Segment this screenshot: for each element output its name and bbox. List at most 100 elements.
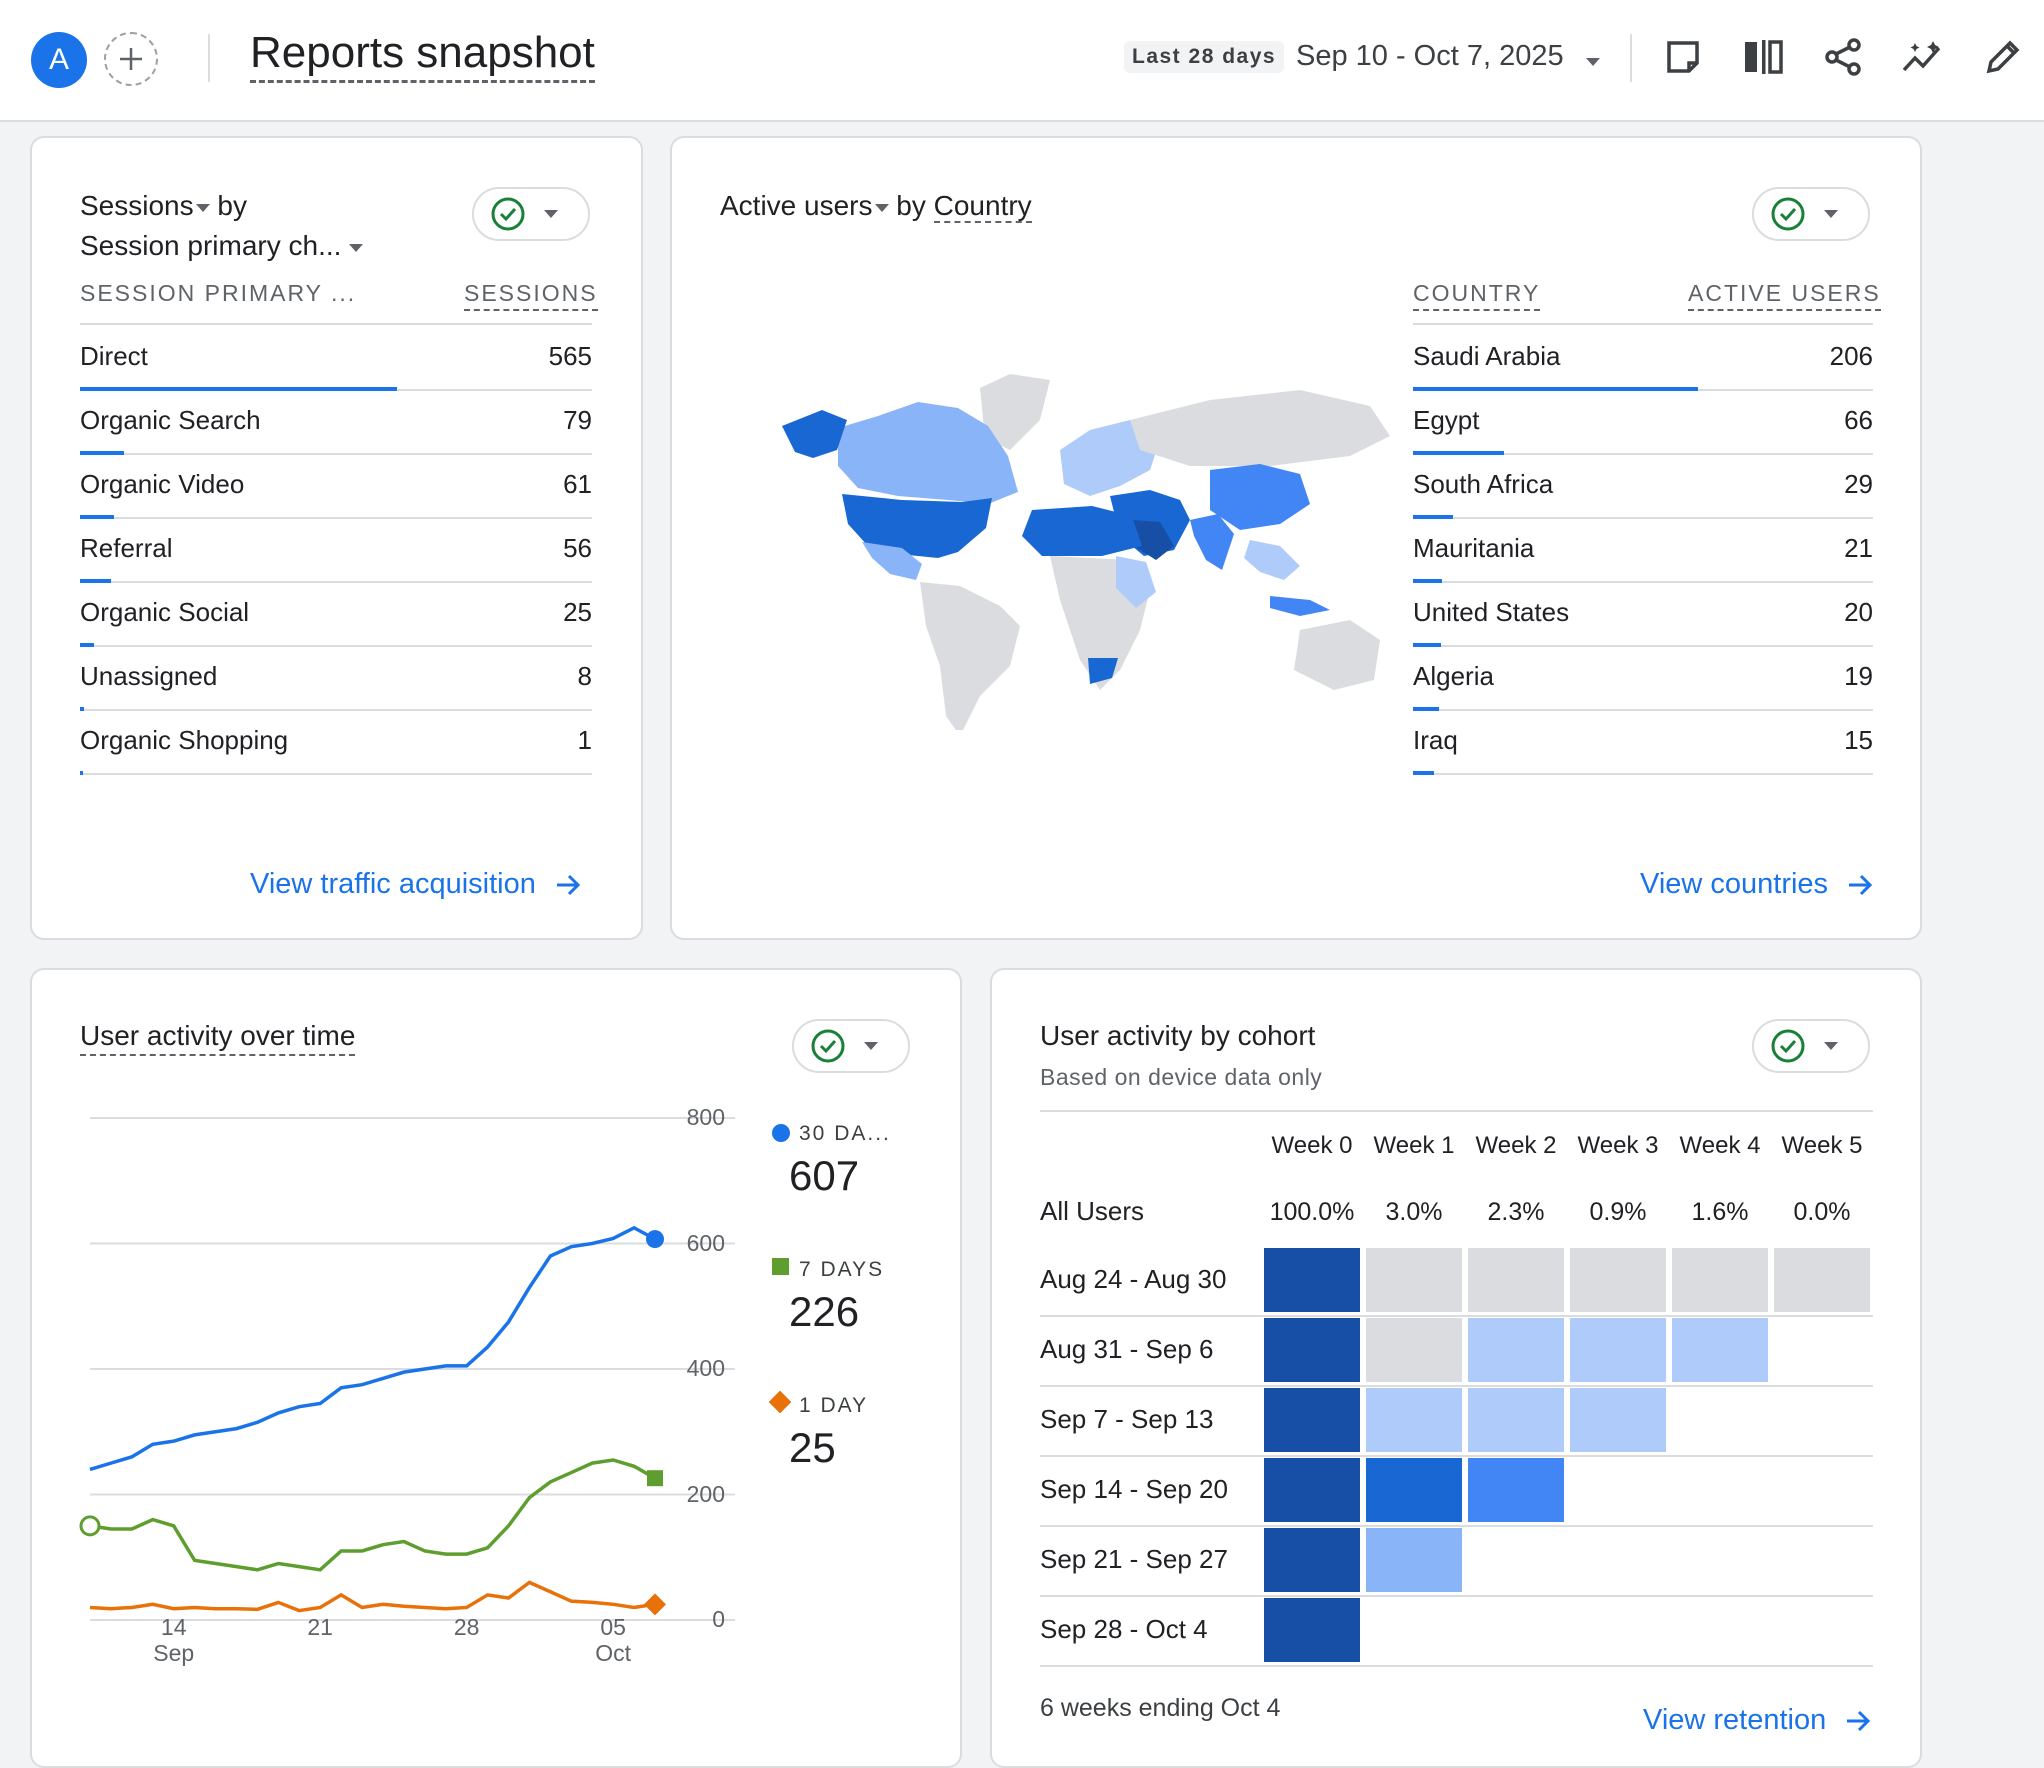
cohort-all-users-value: 3.0% [1385, 1198, 1443, 1226]
series-7-days-line[interactable] [89, 1458, 656, 1572]
table-row[interactable]: Organic Social 25 [80, 583, 592, 647]
row-value: 79 [563, 405, 592, 435]
legend-label-30-days: 30 DA... [799, 1122, 891, 1145]
cohort-all-users-value: 100.0% [1269, 1198, 1355, 1226]
cohort-cell[interactable] [1264, 1248, 1360, 1312]
table-row[interactable]: Iraq 15 [1413, 711, 1873, 775]
table-row[interactable]: Unassigned 8 [80, 647, 592, 711]
cohort-cell[interactable] [1468, 1388, 1564, 1452]
cohort-cell[interactable] [1774, 1248, 1870, 1312]
cohort-week-header: Week 3 [1577, 1132, 1659, 1159]
page-title[interactable]: Reports snapshot [250, 28, 595, 83]
date-range-dropdown-icon[interactable] [1586, 53, 1600, 71]
map-se-asia [1244, 540, 1300, 580]
cohort-cell[interactable] [1366, 1318, 1462, 1382]
map-south-africa [1088, 658, 1118, 684]
view-traffic-acquisition-link[interactable]: View traffic acquisition [250, 868, 582, 901]
compare-icon[interactable] [1736, 30, 1790, 84]
table-row[interactable]: Mauritania 21 [1413, 519, 1873, 583]
dimension-selector[interactable]: Session primary ch... [80, 230, 364, 261]
cohort-cell[interactable] [1468, 1248, 1564, 1312]
view-retention-link[interactable]: View retention [1643, 1704, 1872, 1737]
cohort-cell[interactable] [1672, 1318, 1768, 1382]
add-comparison-button[interactable] [104, 32, 158, 86]
cohort-cell[interactable] [1366, 1248, 1462, 1312]
edit-icon[interactable] [1976, 30, 2030, 84]
date-range-text[interactable]: Sep 10 - Oct 7, 2025 [1296, 40, 1564, 73]
x-tick-day: 05 [600, 1614, 626, 1640]
user-activity-options[interactable] [792, 1019, 910, 1073]
table-row[interactable]: United States 20 [1413, 583, 1873, 647]
cohort-cell[interactable] [1672, 1248, 1768, 1312]
cohort-cell[interactable] [1264, 1458, 1360, 1522]
series-1-day-end-marker[interactable] [644, 1593, 666, 1616]
x-tick-day: 28 [453, 1614, 480, 1640]
cohort-cell[interactable] [1366, 1388, 1462, 1452]
view-countries-link[interactable]: View countries [1640, 868, 1874, 901]
cohort-cell[interactable] [1366, 1528, 1462, 1592]
map-usa [842, 494, 992, 558]
row-label: Direct [80, 341, 148, 371]
row-value: 8 [577, 661, 592, 691]
link-label: View countries [1640, 868, 1829, 900]
cohort-title: User activity by cohort [1040, 1020, 1316, 1051]
avatar[interactable]: A [31, 32, 87, 88]
table-row[interactable]: Organic Shopping 1 [80, 711, 592, 775]
col-header-country[interactable]: COUNTRY [1413, 280, 1541, 311]
table-row[interactable]: Organic Video 61 [80, 455, 592, 519]
table-row[interactable]: Direct 565 [80, 327, 592, 391]
row-label: Unassigned [80, 661, 218, 691]
col-header-active-users[interactable]: ACTIVE USERS [1688, 280, 1881, 311]
cohort-cell[interactable] [1264, 1318, 1360, 1382]
cohort-week-header: Week 4 [1679, 1132, 1761, 1159]
cohort-cell[interactable] [1366, 1458, 1462, 1522]
row-label: South Africa [1413, 469, 1554, 499]
cohort-all-users-value: 2.3% [1487, 1198, 1545, 1226]
divider [1040, 1665, 1873, 1667]
metric-selector[interactable]: Sessions [80, 190, 210, 221]
user-activity-title[interactable]: User activity over time [80, 1018, 356, 1056]
series-30-days-end-marker[interactable] [646, 1230, 664, 1249]
user-activity-chart[interactable] [60, 1100, 760, 1700]
legend-marker-30-days [772, 1124, 790, 1142]
cohort-cell[interactable] [1468, 1318, 1564, 1382]
sessions-card-options[interactable] [472, 187, 590, 241]
insights-icon[interactable] [1896, 30, 1950, 84]
legend-marker-7-days [772, 1258, 789, 1275]
divider [1040, 1110, 1873, 1112]
series-1-day-line[interactable] [89, 1580, 656, 1613]
cohort-row-label: Aug 31 - Sep 6 [1040, 1334, 1214, 1364]
cohort-week-header: Week 1 [1373, 1132, 1455, 1159]
row-value: 66 [1844, 405, 1873, 435]
series-30-days-line[interactable] [89, 1225, 656, 1472]
table-row[interactable]: Referral 56 [80, 519, 592, 583]
cohort-cell[interactable] [1264, 1388, 1360, 1452]
date-range-chip[interactable]: Last 28 days [1124, 41, 1285, 73]
cohort-cell[interactable] [1468, 1458, 1564, 1522]
share-icon[interactable] [1816, 30, 1870, 84]
link-label: View traffic acquisition [250, 868, 536, 900]
cohort-cell[interactable] [1264, 1528, 1360, 1592]
cohort-cell[interactable] [1570, 1388, 1666, 1452]
table-row[interactable]: Organic Search 79 [80, 391, 592, 455]
divider [1630, 34, 1632, 82]
table-row[interactable]: Algeria 19 [1413, 647, 1873, 711]
add-comparison-icon[interactable] [1656, 30, 1710, 84]
col-header-dimension[interactable]: SESSION PRIMARY ... [80, 280, 356, 309]
series-7-days-start-marker[interactable] [79, 1515, 101, 1537]
series-7-days-end-marker[interactable] [647, 1470, 663, 1487]
table-row[interactable]: Saudi Arabia 206 [1413, 327, 1873, 391]
cohort-cell[interactable] [1570, 1248, 1666, 1312]
table-row[interactable]: Egypt 66 [1413, 391, 1873, 455]
col-header-sessions[interactable]: SESSIONS [464, 280, 598, 311]
chevron-down-icon [1824, 1042, 1838, 1050]
row-label: Organic Search [80, 405, 261, 435]
dimension-selector[interactable]: Country [933, 190, 1032, 223]
world-map[interactable] [770, 370, 1400, 730]
metric-selector[interactable]: Active users [720, 190, 889, 221]
cohort-cell[interactable] [1570, 1318, 1666, 1382]
country-card-options[interactable] [1752, 187, 1870, 241]
cohort-options[interactable] [1752, 1019, 1870, 1073]
cohort-cell[interactable] [1264, 1598, 1360, 1662]
table-row[interactable]: South Africa 29 [1413, 455, 1873, 519]
